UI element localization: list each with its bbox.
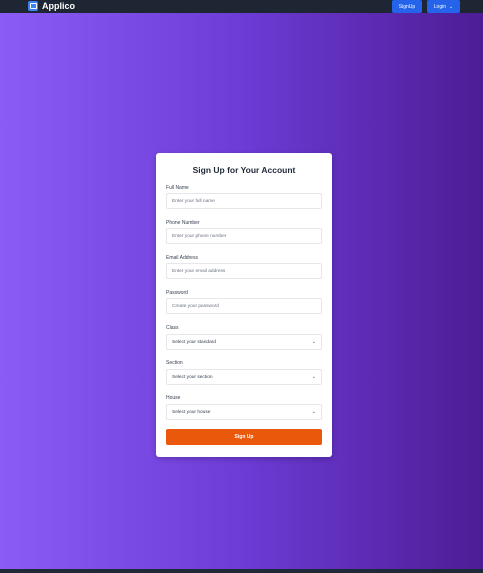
chevron-down-icon: ⌄ [311, 339, 316, 345]
signup-card: Sign Up for Your Account Full Name Enter… [156, 153, 332, 457]
nav-signup-button[interactable]: SignUp [392, 0, 422, 13]
class-select-value: Select your standard [172, 339, 216, 345]
bottom-bar [0, 569, 483, 573]
brand[interactable]: Applico [28, 1, 75, 11]
section-label: Section [166, 360, 183, 366]
class-label: Class [166, 325, 179, 331]
house-select-value: Select your house [172, 409, 211, 415]
class-select[interactable]: Select your standard ⌄ [166, 334, 322, 350]
email-address-label: Email Address [166, 255, 198, 261]
chevron-down-icon: ⌄ [311, 374, 316, 380]
full-name-input[interactable]: Enter your full name [166, 193, 322, 209]
section-select[interactable]: Select your section ⌄ [166, 369, 322, 385]
password-input[interactable]: Create your password [166, 298, 322, 314]
nav-login-dropdown[interactable]: Login ⌄ [427, 0, 460, 13]
app-logo-icon [28, 1, 38, 11]
chevron-down-icon: ⌄ [449, 3, 454, 10]
login-label: Login [433, 3, 447, 10]
sign-up-submit-button[interactable]: Sign Up [166, 429, 322, 445]
phone-number-label: Phone Number [166, 220, 200, 226]
chevron-down-icon: ⌄ [311, 409, 316, 415]
navbar: Applico SignUp Login ⌄ [0, 0, 483, 13]
email-address-input[interactable]: Enter your email address [166, 263, 322, 279]
phone-number-input[interactable]: Enter your phone number [166, 228, 322, 244]
house-label: House [166, 395, 181, 401]
house-select[interactable]: Select your house ⌄ [166, 404, 322, 420]
brand-name: Applico [42, 1, 75, 11]
section-select-value: Select your section [172, 374, 213, 380]
full-name-label: Full Name [166, 185, 189, 191]
password-label: Password [166, 290, 188, 296]
form-title: Sign Up for Your Account [192, 165, 296, 175]
